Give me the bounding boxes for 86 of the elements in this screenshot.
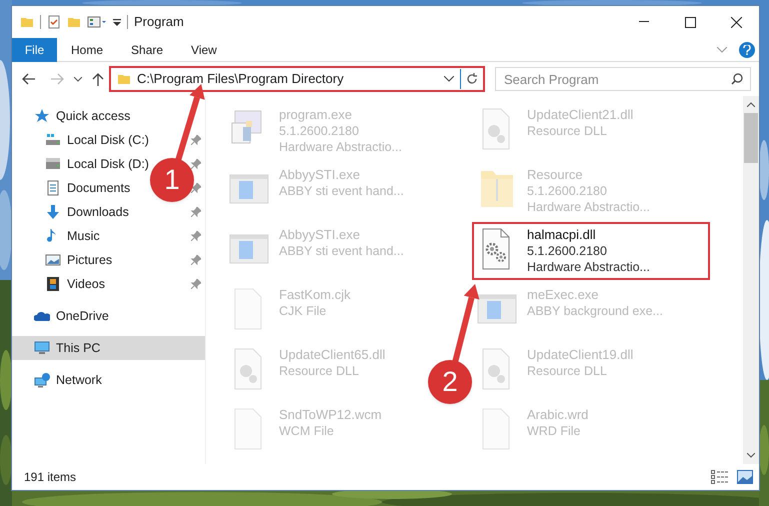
drive-icon (45, 132, 61, 148)
file-detail: Resource DLL (279, 363, 360, 379)
sidebar-item[interactable]: Documents (45, 178, 130, 198)
sidebar-item[interactable]: OneDrive (34, 306, 109, 326)
pin-icon[interactable] (191, 231, 201, 241)
checklist-icon[interactable] (47, 15, 61, 29)
file-name: halmacpi.dll (527, 227, 597, 243)
address-bar[interactable]: C:\Program Files\Program Directory (109, 66, 485, 92)
file-menu[interactable]: File (12, 38, 57, 62)
file-name: UpdateClient21.dll (527, 107, 634, 123)
file-name: SndToWP12.wcm (279, 407, 382, 423)
help-icon[interactable] (739, 42, 755, 58)
sidebar-item[interactable]: Local Disk (D:) (45, 154, 149, 174)
chevron-down-icon[interactable] (444, 76, 454, 82)
pin-icon[interactable] (191, 207, 201, 217)
recent-locations-icon[interactable] (74, 76, 82, 82)
picture-icon (45, 252, 61, 268)
properties-icon[interactable] (87, 15, 107, 29)
file-name: Resource (527, 167, 584, 183)
forward-icon[interactable] (50, 73, 64, 85)
file-detail: ABBY sti event hand... (279, 243, 404, 259)
sidebar-item[interactable]: Videos (45, 274, 105, 294)
file-detail: Resource DLL (527, 363, 608, 379)
address-path: C:\Program Files\Program Directory (137, 70, 344, 88)
file-detail: Hardware Abstractio... (527, 199, 650, 215)
close-icon (730, 16, 742, 28)
address-folder-icon (117, 72, 131, 86)
file-name: UpdateClient19.dll (527, 347, 634, 363)
file-detail: CJK File (279, 303, 328, 319)
file-detail: WCM File (279, 423, 335, 439)
pin-icon[interactable] (191, 255, 201, 265)
file-name: AbbyySTI.exe (279, 227, 361, 243)
file-detail: ABBY sti event hand... (279, 183, 404, 199)
network-icon (34, 372, 50, 388)
scrollbar[interactable] (743, 96, 759, 464)
refresh-icon[interactable] (466, 73, 478, 85)
file-detail: 5.1.2600.2180 (279, 123, 360, 139)
document-icon (45, 180, 61, 196)
film-icon (45, 276, 61, 292)
pin-icon[interactable] (191, 159, 201, 169)
pin-icon[interactable] (191, 135, 201, 145)
file-detail: ABBY background exe... (527, 303, 663, 319)
file-name: Arabic.wrd (527, 407, 588, 423)
file-name: program.exe (279, 107, 353, 123)
folder-icon (20, 15, 34, 29)
file-detail: 5.1.2600.2180 (527, 183, 608, 199)
scrollbar-thumb[interactable] (744, 113, 758, 163)
up-icon[interactable] (92, 72, 104, 86)
pin-icon[interactable] (191, 183, 201, 193)
sidebar-item[interactable]: Pictures (45, 250, 112, 270)
down-arrow-icon (45, 204, 61, 220)
search-icon (731, 73, 743, 85)
monitor-icon (34, 340, 50, 356)
minimize-icon (639, 21, 649, 23)
sidebar-item[interactable]: Music (45, 226, 100, 246)
back-icon[interactable] (22, 73, 36, 85)
dropdown-icon[interactable] (113, 17, 121, 27)
scroll-up-icon[interactable] (747, 102, 755, 107)
sidebar-item[interactable]: Local Disk (C:) (45, 130, 149, 150)
maximize-icon (684, 16, 696, 28)
file-detail: WRD File (527, 423, 582, 439)
sidebar-item[interactable]: Downloads (45, 202, 129, 222)
sidebar-item[interactable]: Network (34, 370, 102, 390)
drive-icon (45, 156, 61, 172)
file-name: meExec.exe (527, 287, 600, 303)
pin-icon[interactable] (191, 279, 201, 289)
search-field[interactable]: Search Program (495, 67, 751, 91)
file-name: AbbyySTI.exe (279, 167, 361, 183)
window-title: Program (134, 13, 184, 32)
sidebar-item[interactable]: Quick access (34, 106, 130, 126)
sidebar-item[interactable]: This PC (34, 338, 100, 358)
file-name: FastKom.cjk (279, 287, 351, 303)
file-detail: Hardware Abstractio... (527, 259, 650, 275)
ribbon-tab[interactable]: View (177, 38, 231, 62)
ribbon-tab[interactable]: Home (57, 38, 118, 62)
new-folder-icon[interactable] (67, 15, 81, 29)
ribbon-tab[interactable]: Share (117, 38, 178, 62)
file-name: UpdateClient65.dll (279, 347, 386, 363)
file-detail: Hardware Abstractio... (279, 139, 402, 155)
scroll-down-icon[interactable] (747, 453, 755, 458)
file-detail: Resource DLL (527, 123, 608, 139)
details-view-icon[interactable] (711, 470, 729, 484)
item-count: 191 items (24, 469, 76, 486)
large-icons-view-icon[interactable] (737, 470, 753, 484)
file-detail: 5.1.2600.2180 (527, 243, 608, 259)
star-icon (34, 108, 50, 124)
